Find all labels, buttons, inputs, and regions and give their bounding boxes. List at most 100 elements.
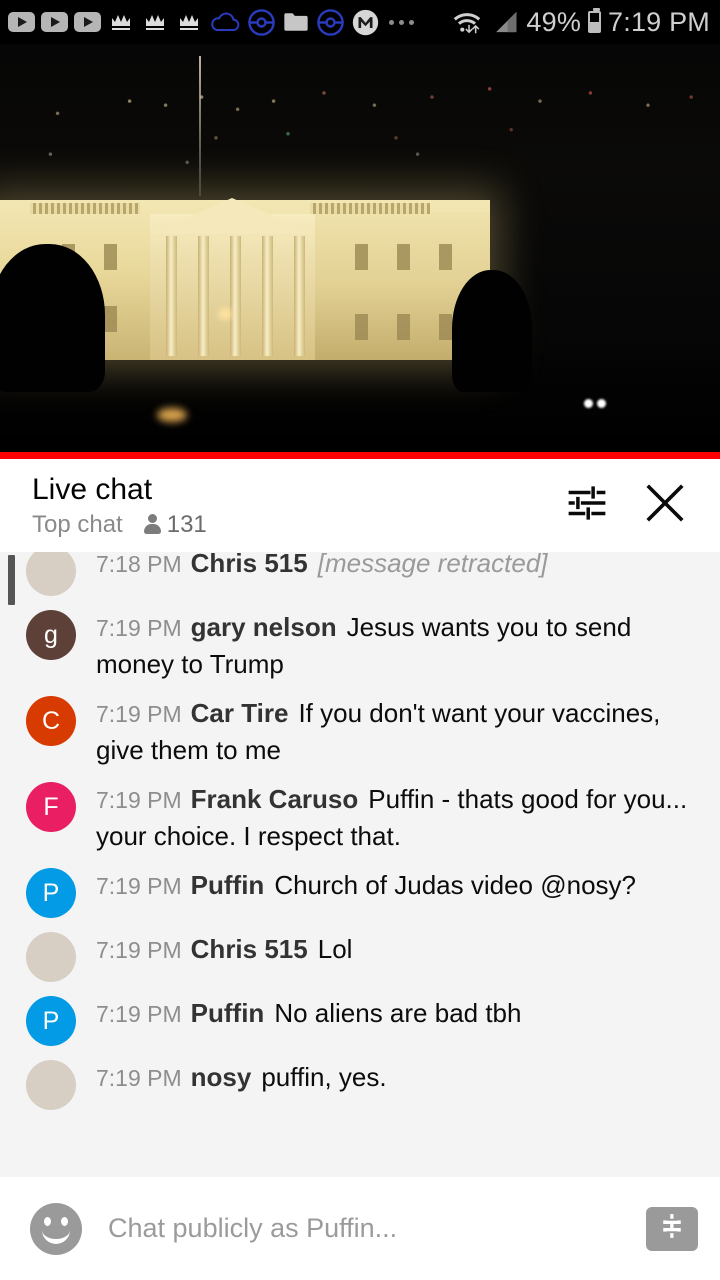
status-bar-notification-icons (8, 8, 450, 37)
chat-scrollbar[interactable] (8, 555, 15, 605)
chat-settings-button[interactable] (556, 475, 618, 537)
message-author[interactable]: Car Tire (191, 698, 289, 728)
dollar-icon (657, 1211, 687, 1246)
tune-icon (566, 482, 608, 529)
ground-light (157, 408, 187, 422)
message-author[interactable]: nosy (191, 1062, 252, 1092)
message-text: puffin, yes. (261, 1062, 387, 1092)
message-author[interactable]: gary nelson (191, 612, 337, 642)
youtube-icon (8, 12, 35, 32)
crown-icon (175, 10, 203, 34)
chat-message-body: 7:19 PM Chris 515 Lol (76, 925, 698, 968)
message-text: No aliens are bad tbh (274, 998, 522, 1028)
live-chat-header: Live chat Top chat 131 (0, 459, 720, 552)
column (198, 236, 209, 356)
ground-light (597, 399, 606, 408)
chat-input-bar (0, 1177, 720, 1280)
message-timestamp: 7:19 PM (96, 873, 182, 899)
message-timestamp: 7:19 PM (96, 1001, 182, 1027)
crown-icon (107, 10, 135, 34)
superchat-button[interactable] (646, 1206, 698, 1251)
chat-message[interactable]: 7:18 PM Chris 515 [message retracted] (0, 552, 720, 596)
window (104, 306, 117, 332)
chat-message-body: 7:19 PM Puffin Church of Judas video @nosy… (76, 861, 698, 904)
avatar[interactable]: g (26, 610, 76, 660)
column (262, 236, 273, 356)
mega-icon (351, 8, 380, 37)
live-chat-message-list[interactable]: 7:18 PM Chris 515 [message retracted] g 7:19… (0, 552, 720, 1177)
chat-input[interactable] (108, 1213, 646, 1244)
balustrade (30, 203, 140, 214)
window (355, 314, 368, 340)
avatar[interactable] (26, 552, 76, 596)
message-author[interactable]: Chris 515 (191, 934, 308, 964)
live-chat-subheader: Top chat 131 (32, 511, 556, 539)
column (294, 236, 305, 356)
crown-icon (141, 10, 169, 34)
battery-percent-label: 49% (526, 6, 582, 37)
video-progress-bar[interactable] (0, 452, 720, 459)
status-bar-system-icons: 49% 7:19 PM (450, 7, 710, 38)
ground-light (584, 399, 593, 408)
window (397, 244, 410, 270)
chat-message-body: 7:19 PM gary nelson Jesus wants you to sen… (76, 603, 698, 682)
message-timestamp: 7:19 PM (96, 787, 182, 813)
close-chat-button[interactable] (634, 475, 696, 537)
white-house-pediment (150, 198, 315, 234)
window (355, 244, 368, 270)
status-bar: 49% 7:19 PM (0, 0, 720, 44)
avatar[interactable]: C (26, 696, 76, 746)
emoji-icon[interactable] (30, 1202, 82, 1255)
close-icon (642, 480, 688, 531)
video-player[interactable] (0, 44, 720, 452)
column (166, 236, 177, 356)
window (397, 314, 410, 340)
message-timestamp: 7:19 PM (96, 1065, 182, 1091)
chat-message-body: 7:18 PM Chris 515 [message retracted] (76, 552, 698, 582)
wifi-data-icon (450, 8, 484, 36)
chat-message[interactable]: 7:19 PM nosy puffin, yes. (0, 1053, 720, 1110)
live-chat-header-texts: Live chat Top chat 131 (32, 473, 556, 539)
tree (0, 244, 105, 392)
message-text: Church of Judas video @nosy? (274, 870, 637, 900)
tree (452, 270, 532, 392)
live-chat-title: Live chat (32, 472, 153, 506)
chat-message[interactable]: F 7:19 PM Frank Caruso Puffin - thats good … (0, 775, 720, 854)
avatar[interactable] (26, 932, 76, 982)
chat-message[interactable]: 7:19 PM Chris 515 Lol (0, 925, 720, 982)
chat-mode-label[interactable]: Top chat (32, 511, 123, 539)
person-icon (143, 513, 161, 536)
window (104, 244, 117, 270)
message-author[interactable]: Chris 515 (191, 552, 308, 578)
pokeball-icon (247, 8, 276, 37)
avatar[interactable]: P (26, 868, 76, 918)
message-text: Puffin - thats good for you... your choi… (96, 784, 688, 851)
chat-message[interactable]: P 7:19 PM Puffin No aliens are bad tbh (0, 989, 720, 1046)
lamp-light (218, 308, 232, 320)
chat-message[interactable]: g 7:19 PM gary nelson Jesus wants you to se… (0, 603, 720, 682)
column (230, 236, 241, 356)
chat-message-body: 7:19 PM Puffin No aliens are bad tbh (76, 989, 698, 1032)
avatar[interactable]: P (26, 996, 76, 1046)
message-author[interactable]: Frank Caruso (191, 784, 359, 814)
flag-pole (199, 56, 201, 196)
avatar[interactable] (26, 1060, 76, 1110)
message-author[interactable]: Puffin (191, 998, 265, 1028)
chat-message[interactable]: C 7:19 PM Car Tire If you don't want your v… (0, 689, 720, 768)
balustrade (310, 203, 430, 214)
message-author[interactable]: Puffin (191, 870, 265, 900)
message-text: Lol (317, 934, 353, 964)
chat-message-body: 7:19 PM Car Tire If you don't want your va… (76, 689, 698, 768)
pokeball-icon (316, 8, 345, 37)
more-notifications-icon (386, 19, 417, 25)
clock-label: 7:19 PM (608, 6, 710, 37)
window (439, 314, 452, 340)
video-progress-fill (0, 452, 720, 459)
message-text: [message retracted] (317, 552, 548, 578)
chat-message-body: 7:19 PM nosy puffin, yes. (76, 1053, 698, 1096)
battery-icon (588, 8, 602, 33)
avatar[interactable]: F (26, 782, 76, 832)
cellular-signal-icon (491, 9, 519, 35)
message-timestamp: 7:19 PM (96, 615, 182, 641)
chat-message[interactable]: P 7:19 PM Puffin Church of Judas video @nos… (0, 861, 720, 918)
